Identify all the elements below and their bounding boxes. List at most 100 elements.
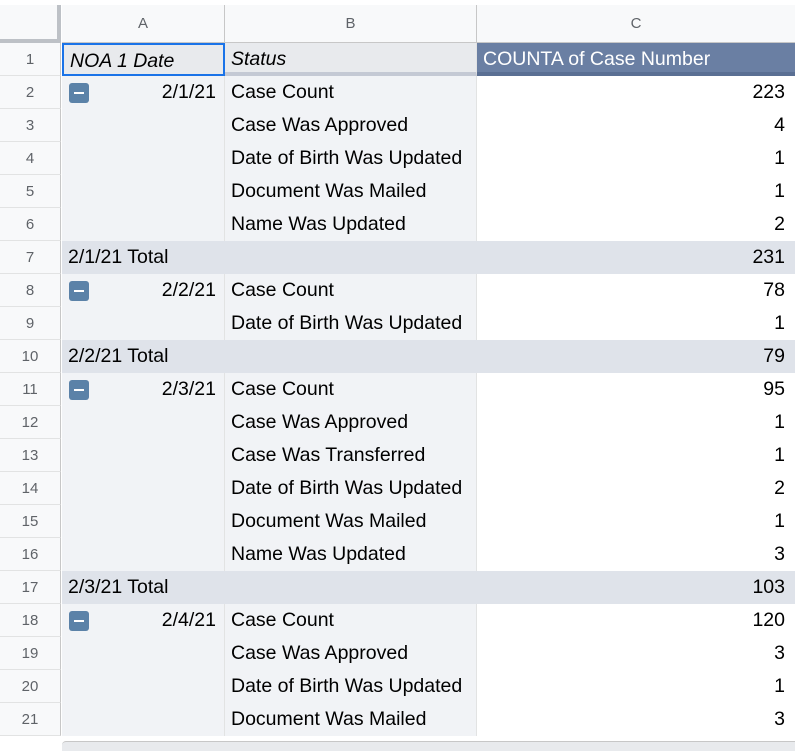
date-cell[interactable] [62,142,225,175]
row-header[interactable]: 2 [0,76,61,109]
status-cell[interactable]: Document Was Mailed [225,505,477,538]
count-cell[interactable]: 95 [477,373,795,406]
row-header[interactable]: 8 [0,274,61,307]
select-all-corner[interactable] [0,5,61,43]
row-header[interactable]: 11 [0,373,61,406]
count-cell[interactable]: 2 [477,208,795,241]
date-cell[interactable]: 2/3/21 [62,373,225,406]
row-header[interactable]: 13 [0,439,61,472]
row-header[interactable]: 12 [0,406,61,439]
row-number: 5 [25,183,35,200]
status-cell[interactable]: Name Was Updated [225,208,477,241]
pivot-data-row: 2 2/1/21 Case Count 223 [0,76,795,109]
row-header[interactable]: 14 [0,472,61,505]
count-cell[interactable]: 1 [477,439,795,472]
count-cell[interactable]: 3 [477,637,795,670]
date-cell[interactable] [62,505,225,538]
row-number: 15 [21,513,39,530]
row-header[interactable]: 3 [0,109,61,142]
pivot-data-row: 13 Case Was Transferred 1 [0,439,795,472]
row-number: 19 [21,645,39,662]
count-cell[interactable]: 3 [477,703,795,736]
row-header[interactable]: 7 [0,241,61,274]
status-cell[interactable]: Case Count [225,274,477,307]
date-cell[interactable]: 2/2/21 [62,274,225,307]
row-header[interactable]: 4 [0,142,61,175]
count-cell[interactable]: 1 [477,307,795,340]
status-cell[interactable]: Date of Birth Was Updated [225,472,477,505]
total-label-cell[interactable]: 2/1/21 Total [62,241,477,274]
pivot-header-cell-status[interactable]: Status [225,43,477,76]
date-cell[interactable] [62,109,225,142]
date-cell[interactable] [62,307,225,340]
status-cell[interactable]: Document Was Mailed [225,703,477,736]
row-header[interactable]: 15 [0,505,61,538]
total-count-cell[interactable]: 231 [477,241,795,274]
row-header[interactable]: 10 [0,340,61,373]
total-label-cell[interactable]: 2/3/21 Total [62,571,477,604]
row-header[interactable]: 21 [0,703,61,736]
date-cell[interactable] [62,439,225,472]
status-cell[interactable]: Date of Birth Was Updated [225,670,477,703]
status-cell[interactable]: Case Was Transferred [225,439,477,472]
count-cell[interactable]: 1 [477,175,795,208]
date-cell[interactable] [62,406,225,439]
total-count-cell[interactable]: 79 [477,340,795,373]
status-cell[interactable]: Case Count [225,373,477,406]
total-count-cell[interactable]: 103 [477,571,795,604]
count-cell[interactable]: 78 [477,274,795,307]
row-header[interactable]: 17 [0,571,61,604]
status-cell[interactable]: Case Was Approved [225,637,477,670]
status-cell[interactable]: Date of Birth Was Updated [225,142,477,175]
date-cell[interactable] [62,538,225,571]
collapse-group-icon[interactable] [69,83,89,103]
row-header[interactable]: 5 [0,175,61,208]
count-cell[interactable]: 223 [477,76,795,109]
status-cell[interactable]: Name Was Updated [225,538,477,571]
date-cell[interactable] [62,637,225,670]
count-cell[interactable]: 1 [477,142,795,175]
column-header-c[interactable]: C [477,5,795,43]
count-cell[interactable]: 4 [477,109,795,142]
column-header-a[interactable]: A [62,5,225,43]
row-header[interactable]: 18 [0,604,61,637]
status-cell[interactable]: Case Was Approved [225,406,477,439]
pivot-header-cell-noa-date[interactable]: NOA 1 Date [62,43,225,76]
pivot-data-row: 11 2/3/21 Case Count 95 [0,373,795,406]
date-cell[interactable]: 2/4/21 [62,604,225,637]
count-cell[interactable]: 1 [477,670,795,703]
date-cell[interactable] [62,472,225,505]
row-header[interactable]: 16 [0,538,61,571]
pivot-data-row: 5 Document Was Mailed 1 [0,175,795,208]
date-cell[interactable] [62,670,225,703]
date-cell[interactable]: 2/1/21 [62,76,225,109]
count-cell[interactable]: 1 [477,505,795,538]
date-cell[interactable] [62,175,225,208]
date-cell[interactable] [62,703,225,736]
row-header[interactable]: 20 [0,670,61,703]
count-cell[interactable]: 2 [477,472,795,505]
row-header[interactable]: 19 [0,637,61,670]
status-cell[interactable]: Document Was Mailed [225,175,477,208]
total-label-cell[interactable]: 2/2/21 Total [62,340,477,373]
status-cell[interactable]: Case Count [225,76,477,109]
count-cell[interactable]: 3 [477,538,795,571]
status-cell[interactable]: Case Was Approved [225,109,477,142]
collapse-group-icon[interactable] [69,611,89,631]
row-number: 10 [21,348,39,365]
status-cell[interactable]: Case Count [225,604,477,637]
pivot-data-row: 18 2/4/21 Case Count 120 [0,604,795,637]
count-cell[interactable]: 1 [477,406,795,439]
count-cell[interactable]: 120 [477,604,795,637]
row-number: 21 [21,711,39,728]
pivot-data-row: 3 Case Was Approved 4 [0,109,795,142]
collapse-group-icon[interactable] [69,380,89,400]
status-cell[interactable]: Date of Birth Was Updated [225,307,477,340]
date-cell[interactable] [62,208,225,241]
row-header[interactable]: 1 [0,43,61,76]
pivot-header-cell-count[interactable]: COUNTA of Case Number [477,43,795,76]
collapse-group-icon[interactable] [69,281,89,301]
row-header[interactable]: 6 [0,208,61,241]
column-header-b[interactable]: B [225,5,477,43]
row-header[interactable]: 9 [0,307,61,340]
